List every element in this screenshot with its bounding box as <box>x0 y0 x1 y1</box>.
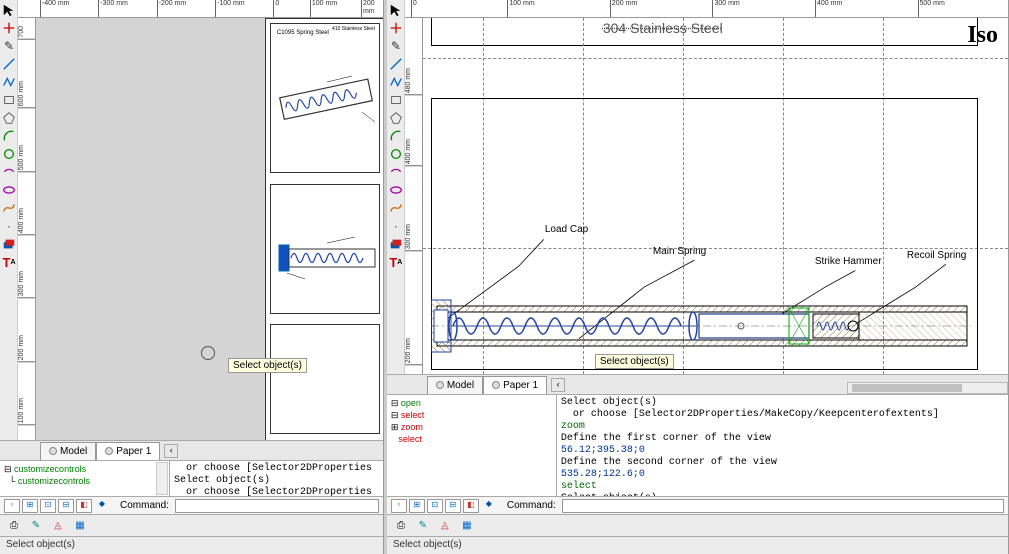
command-input-row: ▫ ⊞ ⊡ ⊟ ◧ ◆ Command: <box>387 496 1008 514</box>
dimension-cross-icon[interactable] <box>388 20 404 36</box>
bt-icon-4[interactable]: ▦ <box>459 518 475 534</box>
text-icon[interactable]: TA <box>1 254 17 270</box>
line-icon[interactable] <box>388 56 404 72</box>
cmd-btn-4[interactable]: ⊟ <box>445 499 461 513</box>
cmd-btn-1[interactable]: ▫ <box>4 499 20 513</box>
command-input[interactable] <box>175 499 379 513</box>
text-icon[interactable]: TA <box>388 254 404 270</box>
point-icon[interactable]: · <box>388 218 404 234</box>
selector-icon[interactable] <box>388 2 404 18</box>
material-title: 304 Stainless Steel <box>603 20 723 36</box>
right-canvas[interactable]: 304 Stainless Steel Iso Load Cap <box>423 18 1008 374</box>
polygon-icon[interactable] <box>388 110 404 126</box>
canvas-tooltip: Select object(s) <box>595 354 674 369</box>
cmd-btn-2[interactable]: ⊞ <box>409 499 425 513</box>
cmd-btn-5[interactable]: ◧ <box>463 499 479 513</box>
cmd-btn-6[interactable]: ◆ <box>94 499 110 513</box>
tab-paper1[interactable]: Paper 1 <box>483 376 547 394</box>
status-bar: Select object(s) <box>0 536 383 554</box>
tab-model[interactable]: Model <box>427 376 483 394</box>
spline-icon[interactable] <box>1 200 17 216</box>
pencil-icon[interactable]: ✎ <box>1 38 17 54</box>
left-tabbar: Model Paper 1 ‹ <box>0 440 383 460</box>
label-load-cap: Load Cap <box>545 224 588 235</box>
layer-blue-icon[interactable] <box>1 236 17 252</box>
assembly-drawing <box>431 296 971 356</box>
cmd-btn-2[interactable]: ⊞ <box>22 499 38 513</box>
polyline-icon[interactable] <box>1 74 17 90</box>
pencil-icon[interactable]: ✎ <box>388 38 404 54</box>
bt-icon-2[interactable]: ✎ <box>28 518 44 534</box>
label-strike-hammer: Strike Hammer <box>815 256 882 267</box>
command-history-tree[interactable]: ⊟ open ⊟ select ⊞ zoom select <box>387 395 557 496</box>
polygon-icon[interactable] <box>1 110 17 126</box>
h-scrollbar[interactable] <box>847 382 1008 394</box>
bottom-toolbar: ⎙ ✎ ◬ ▦ <box>0 514 383 536</box>
command-input-row: ▫ ⊞ ⊡ ⊟ ◧ ◆ Command: <box>0 496 383 514</box>
cmd-btn-3[interactable]: ⊡ <box>427 499 443 513</box>
tab-scroll-left[interactable]: ‹ <box>164 444 178 458</box>
cmd-btn-6[interactable]: ◆ <box>481 499 497 513</box>
line-icon[interactable] <box>1 56 17 72</box>
ellipse-arc-icon[interactable] <box>1 164 17 180</box>
bt-icon-3[interactable]: ◬ <box>437 518 453 534</box>
spline-icon[interactable] <box>388 200 404 216</box>
tab-scroll-left[interactable]: ‹ <box>551 378 565 392</box>
command-log: or choose [Selector2DProperties Select o… <box>170 461 383 496</box>
thumb-label: C1095 Spring Steel <box>277 30 329 36</box>
bt-icon-2[interactable]: ✎ <box>415 518 431 534</box>
left-toolstrip: ✎ · TA <box>0 0 18 440</box>
command-history-tree[interactable]: ⊟ customizecontrols └ customizecontrols <box>0 461 170 496</box>
cmd-btn-5[interactable]: ◧ <box>76 499 92 513</box>
cmd-btn-1[interactable]: ▫ <box>391 499 407 513</box>
ruler-vertical: 480 mm 400 mm 300 mm 200 mm <box>405 18 423 374</box>
left-pane: ✎ · TA -400 mm -300 mm -200 mm <box>0 0 384 554</box>
rect-icon[interactable] <box>388 92 404 108</box>
command-input[interactable] <box>562 499 1004 513</box>
right-pane: ✎ · TA 0 100 mm 200 mm 300 mm <box>387 0 1009 554</box>
ruler-vertical: 700 600 mm 500 mm 400 mm 300 mm 200 mm 1… <box>18 18 36 440</box>
arc-icon[interactable] <box>1 128 17 144</box>
rect-icon[interactable] <box>1 92 17 108</box>
command-label: Command: <box>507 500 556 511</box>
selector-icon[interactable] <box>1 2 17 18</box>
ellipse-icon[interactable] <box>1 182 17 198</box>
label-recoil-spring: Recoil Spring <box>907 250 966 261</box>
left-canvas[interactable]: C1095 Spring Steel 410 Stainless Steel <box>36 18 383 440</box>
command-label: Command: <box>120 500 169 511</box>
label-main-spring: Main Spring <box>653 246 706 257</box>
point-icon[interactable]: · <box>1 218 17 234</box>
ruler-horizontal: 0 100 mm 200 mm 300 mm 400 mm 500 mm <box>405 0 1008 18</box>
ellipse-arc-icon[interactable] <box>388 164 404 180</box>
circle-icon[interactable] <box>388 146 404 162</box>
right-toolstrip: ✎ · TA <box>387 0 405 374</box>
circle-icon[interactable] <box>1 146 17 162</box>
cursor-indicator <box>201 346 215 360</box>
canvas-tooltip: Select object(s) <box>228 358 307 373</box>
bt-icon-3[interactable]: ◬ <box>50 518 66 534</box>
command-log: Select object(s) or choose [Selector2DPr… <box>557 395 1008 496</box>
arc-icon[interactable] <box>388 128 404 144</box>
cmd-btn-4[interactable]: ⊟ <box>58 499 74 513</box>
ruler-horizontal: -400 mm -300 mm -200 mm -100 mm 0 100 mm… <box>18 0 383 18</box>
ellipse-icon[interactable] <box>388 182 404 198</box>
status-bar: Select object(s) <box>387 536 1008 554</box>
iso-title: Iso <box>967 22 998 49</box>
thumb-small-label: 410 Stainless Steel <box>332 26 375 32</box>
right-tabbar: Model Paper 1 ‹ <box>387 374 1008 394</box>
dimension-cross-icon[interactable] <box>1 20 17 36</box>
polyline-icon[interactable] <box>388 74 404 90</box>
bt-icon-1[interactable]: ⎙ <box>393 518 409 534</box>
tab-model[interactable]: Model <box>40 442 96 460</box>
cmd-btn-3[interactable]: ⊡ <box>40 499 56 513</box>
bottom-toolbar: ⎙ ✎ ◬ ▦ <box>387 514 1008 536</box>
bt-icon-4[interactable]: ▦ <box>72 518 88 534</box>
layer-blue-icon[interactable] <box>388 236 404 252</box>
bt-icon-1[interactable]: ⎙ <box>6 518 22 534</box>
tab-paper1[interactable]: Paper 1 <box>96 442 160 460</box>
